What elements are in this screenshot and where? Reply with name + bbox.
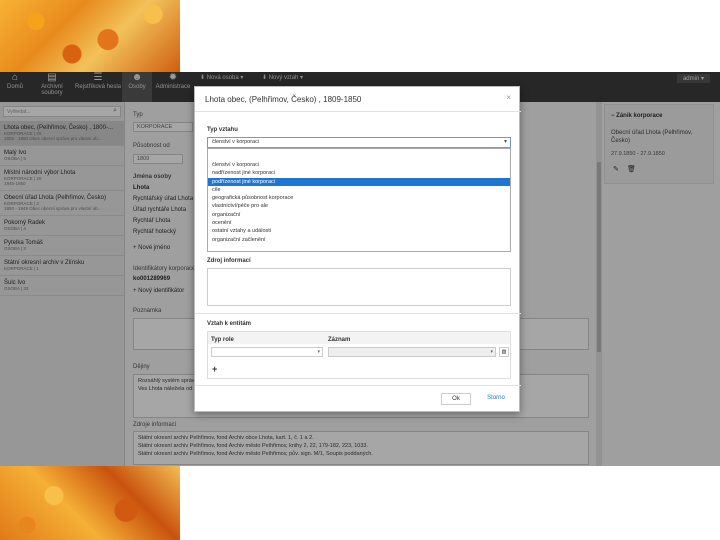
source-info-label: Zdroj informací bbox=[207, 258, 251, 264]
ok-button[interactable]: Ok bbox=[441, 393, 471, 405]
autumn-leaves-bottom bbox=[0, 466, 180, 540]
record-header: Záznam bbox=[328, 337, 351, 343]
dialog-divider bbox=[195, 313, 521, 314]
close-icon[interactable]: × bbox=[506, 93, 511, 102]
dropdown-option[interactable]: vlastnictví/péče pro ale bbox=[208, 202, 510, 210]
record-picker-icon[interactable]: ▥ bbox=[499, 347, 509, 357]
record-select: ▾ bbox=[328, 347, 496, 357]
dropdown-option[interactable]: nadřízenost jiné korporaci bbox=[208, 169, 510, 177]
autumn-leaves-top bbox=[0, 0, 180, 72]
relation-type-select[interactable]: členství v korporaci ▾ bbox=[207, 137, 511, 148]
dialog-title: Lhota obec, (Pelhřimov, Česko) , 1809-18… bbox=[205, 95, 362, 104]
dropdown-option[interactable]: cíle bbox=[208, 186, 510, 194]
chevron-down-icon: ▾ bbox=[317, 349, 320, 355]
relation-type-value: členství v korporaci bbox=[212, 139, 260, 145]
add-entity-button[interactable]: + bbox=[212, 364, 217, 374]
entities-table: Typ role Záznam ▾ ▾ ▥ + bbox=[207, 331, 511, 379]
role-type-header: Typ role bbox=[211, 337, 234, 343]
entities-header bbox=[208, 332, 510, 344]
chevron-down-icon[interactable]: ▾ bbox=[504, 138, 507, 145]
dropdown-option[interactable]: ocenění bbox=[208, 219, 510, 227]
relation-dialog: Lhota obec, (Pelhřimov, Česko) , 1809-18… bbox=[194, 86, 521, 412]
relation-type-label: Typ vztahu bbox=[207, 127, 238, 133]
dropdown-option[interactable]: geografická působnost korporace bbox=[208, 194, 510, 202]
dropdown-option[interactable]: organizační bbox=[208, 211, 510, 219]
entities-label: Vztah k entitám bbox=[207, 321, 252, 327]
dropdown-option[interactable]: organizační začlenění bbox=[208, 236, 510, 244]
app-window: ⬇ Nová osoba ▾ ⬇ Nový vztah ▾ admin ▾ ⌂ D… bbox=[0, 72, 720, 466]
dialog-divider bbox=[195, 111, 521, 112]
chevron-down-icon: ▾ bbox=[490, 349, 493, 355]
cancel-button[interactable]: Storno bbox=[481, 393, 511, 405]
relation-type-dropdown: členství v korporaci nadřízenost jiné kor… bbox=[207, 148, 511, 252]
dropdown-option[interactable]: podřízenost jiné korporaci bbox=[208, 177, 510, 186]
dropdown-option[interactable]: ostatní vztahy a události bbox=[208, 227, 510, 235]
role-type-select[interactable]: ▾ bbox=[211, 347, 323, 357]
dialog-divider bbox=[195, 385, 521, 386]
dropdown-option[interactable]: členství v korporaci bbox=[208, 161, 510, 169]
source-info-textarea[interactable] bbox=[207, 268, 511, 306]
